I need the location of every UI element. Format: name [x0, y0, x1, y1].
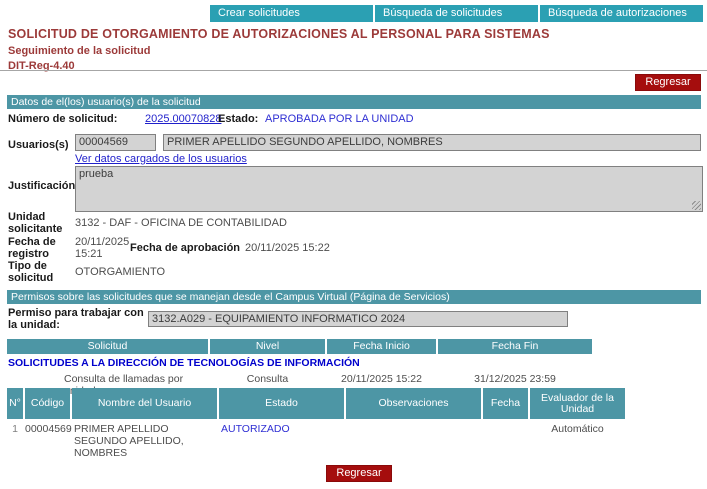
users-col-fecha: Fecha: [483, 388, 528, 419]
justification-label: Justificación: [8, 180, 75, 192]
back-button-top[interactable]: Regresar: [635, 74, 701, 91]
user-name-cell: PRIMER APELLIDO SEGUNDO APELLIDO, NOMBRE…: [72, 423, 217, 459]
user-row-number-cell: 1: [7, 423, 23, 435]
registration-date-label: Fecha de registro: [8, 236, 70, 260]
user-code-cell: 00004569: [25, 423, 70, 435]
nav-crear-solicitudes[interactable]: Crear solicitudes: [210, 5, 373, 22]
justification-textarea[interactable]: prueba: [75, 166, 703, 212]
requests-col-fecha-inicio: Fecha Inicio: [327, 339, 436, 354]
registration-date-value: 20/11/2025 15:21: [75, 236, 137, 260]
page-subtitle: Seguimiento de la solicitud: [8, 45, 150, 57]
back-button-bottom[interactable]: Regresar: [326, 465, 392, 482]
users-col-estado: Estado: [219, 388, 344, 419]
table-row: 1 00004569 PRIMER APELLIDO SEGUNDO APELL…: [7, 423, 625, 459]
requests-col-solicitud: Solicitud: [7, 339, 208, 354]
users-col-observaciones: Observaciones: [346, 388, 481, 419]
approval-date-label: Fecha de aprobación: [130, 242, 240, 254]
requests-group-title: SOLICITUDES A LA DIRECCIÓN DE TECNOLOGÍA…: [7, 357, 592, 369]
users-label: Usuarios(s): [8, 139, 69, 151]
requesting-unit-value: 3132 - DAF - OFICINA DE CONTABILIDAD: [75, 217, 287, 229]
page-title: SOLICITUD DE OTORGAMIENTO DE AUTORIZACIO…: [8, 27, 550, 41]
request-type-label: Tipo de solicitud: [8, 260, 70, 284]
user-status-cell: AUTORIZADO: [219, 423, 344, 435]
nav-busqueda-autorizaciones[interactable]: Búsqueda de autorizaciones: [540, 5, 703, 22]
status-label: Estado:: [218, 113, 258, 125]
textarea-resize-handle-icon[interactable]: [692, 201, 701, 210]
users-col-num: N°: [7, 388, 23, 419]
view-user-data-link[interactable]: Ver datos cargados de los usuarios: [75, 153, 247, 165]
permission-unit-label: Permiso para trabajar con la unidad:: [8, 307, 148, 331]
requests-table-header-row: Solicitud Nivel Fecha Inicio Fecha Fin: [7, 339, 592, 354]
top-nav: Crear solicitudes Búsqueda de solicitude…: [210, 5, 703, 22]
user-name-field[interactable]: PRIMER APELLIDO SEGUNDO APELLIDO, NOMBRE…: [163, 134, 701, 151]
users-table-header-row: N° Código Nombre del Usuario Estado Obse…: [7, 388, 625, 419]
user-evaluator-cell: Automático: [530, 423, 625, 435]
request-number-label: Número de solicitud:: [8, 113, 117, 125]
nav-busqueda-solicitudes[interactable]: Búsqueda de solicitudes: [375, 5, 538, 22]
requesting-unit-label: Unidad solicitante: [8, 211, 70, 235]
user-code-field[interactable]: 00004569: [75, 134, 156, 151]
request-type-value: OTORGAMIENTO: [75, 266, 165, 278]
requests-col-nivel: Nivel: [210, 339, 325, 354]
section-header-permissions: Permisos sobre las solicitudes que se ma…: [7, 290, 701, 304]
requests-col-fecha-fin: Fecha Fin: [438, 339, 592, 354]
approval-date-value: 20/11/2025 15:22: [245, 242, 330, 254]
justification-text: prueba: [79, 168, 113, 180]
permission-unit-field[interactable]: 3132.A029 - EQUIPAMIENTO INFORMATICO 202…: [148, 311, 568, 327]
status-value: APROBADA POR LA UNIDAD: [265, 113, 414, 125]
users-col-codigo: Código: [25, 388, 70, 419]
section-header-user-data: Datos de el(los) usuario(s) de la solici…: [7, 95, 701, 109]
users-col-evaluador: Evaluador de la Unidad: [530, 388, 625, 419]
request-number-link[interactable]: 2025.00070828: [145, 113, 221, 125]
users-col-nombre: Nombre del Usuario: [72, 388, 217, 419]
header-divider: [0, 70, 707, 71]
users-table: N° Código Nombre del Usuario Estado Obse…: [7, 388, 625, 459]
